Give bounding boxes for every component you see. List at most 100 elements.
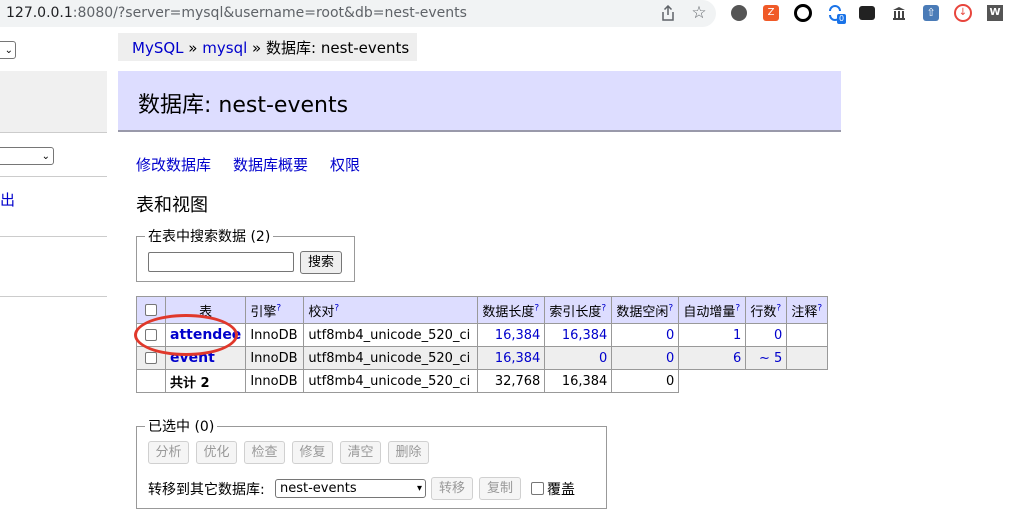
extension-icon[interactable] <box>794 4 812 22</box>
drop-button[interactable]: 删除 <box>388 441 429 464</box>
engine-cell: InnoDB <box>245 346 305 370</box>
engine-cell: InnoDB <box>245 323 305 347</box>
share-icon[interactable] <box>659 4 677 22</box>
extension-badge: 0 <box>837 14 846 24</box>
overwrite-label: 覆盖 <box>547 482 575 498</box>
rows-link[interactable]: ~ 5 <box>745 346 788 370</box>
search-legend: 在表中搜索数据 (2) <box>148 229 271 245</box>
total-index-length: 16,384 <box>544 369 613 393</box>
sidebar-logout-link[interactable]: 出 <box>0 189 15 210</box>
tables-list: 表 引擎? 校对? 数据长度? 索引长度? 数据空闲? 自动增量? 行数? 注释… <box>136 296 829 393</box>
total-engine: InnoDB <box>245 369 305 393</box>
search-button[interactable]: 搜索 <box>300 251 342 274</box>
chevron-down-icon: ▾ <box>416 483 422 494</box>
extension-icon[interactable]: W <box>986 4 1004 22</box>
total-data-free: 0 <box>611 369 680 393</box>
sidebar-divider <box>0 176 107 177</box>
col-header-data-length: 数据长度? <box>477 296 546 324</box>
extension-icon[interactable]: Z <box>762 4 780 22</box>
row-checkbox[interactable] <box>145 352 157 364</box>
breadcrumb-current: 数据库: nest-events <box>266 39 410 57</box>
help-link[interactable]: ? <box>776 303 781 313</box>
select-all-checkbox[interactable] <box>145 304 157 316</box>
sidebar-select[interactable]: ⌄ <box>0 41 16 59</box>
truncate-button[interactable]: 清空 <box>340 441 381 464</box>
sidebar-db-select[interactable]: ⌄ <box>0 147 54 165</box>
rows-link[interactable]: 0 <box>745 323 788 347</box>
data-length-link[interactable]: 16,384 <box>477 346 546 370</box>
comment-cell <box>786 346 829 370</box>
breadcrumb-link-server[interactable]: mysql <box>202 39 247 57</box>
help-link[interactable]: ? <box>534 303 539 313</box>
total-data-length: 32,768 <box>477 369 546 393</box>
sidebar-band <box>0 71 107 133</box>
help-link[interactable]: ? <box>601 303 606 313</box>
move-to-db-label: 转移到其它数据库: <box>148 482 265 498</box>
data-free-link[interactable]: 0 <box>611 346 680 370</box>
data-length-link[interactable]: 16,384 <box>477 323 546 347</box>
copy-button[interactable]: 复制 <box>479 477 521 500</box>
database-schema-link[interactable]: 数据库概要 <box>233 154 308 175</box>
check-button[interactable]: 检查 <box>244 441 285 464</box>
index-length-link[interactable]: 0 <box>544 346 613 370</box>
total-empty-cell <box>786 369 828 393</box>
sidebar-divider <box>0 296 107 297</box>
auto-increment-link[interactable]: 1 <box>678 323 747 347</box>
table-total-row: 共计 2 InnoDB utf8mb4_unicode_520_ci 32,76… <box>136 369 828 393</box>
data-free-link[interactable]: 0 <box>611 323 680 347</box>
col-header-index-length: 索引长度? <box>544 296 613 324</box>
comment-cell <box>786 323 829 347</box>
breadcrumb-separator: » <box>188 39 198 57</box>
analyze-button[interactable]: 分析 <box>148 441 189 464</box>
section-title: 表和视图 <box>136 195 208 216</box>
extension-icon[interactable]: ↓ <box>954 4 972 22</box>
extension-icon[interactable] <box>858 4 876 22</box>
extension-icon[interactable]: ⇧ <box>922 4 940 22</box>
col-header-comment: 注释? <box>786 296 829 324</box>
col-header-collation: 校对? <box>303 296 479 324</box>
extension-icon[interactable] <box>890 4 908 22</box>
help-link[interactable]: ? <box>817 303 822 313</box>
alter-database-link[interactable]: 修改数据库 <box>136 154 211 175</box>
total-label: 共计 2 <box>164 369 247 393</box>
table-header-row: 表 引擎? 校对? 数据长度? 索引长度? 数据空闲? 自动增量? 行数? 注释… <box>136 296 829 324</box>
extension-icon[interactable]: 0 <box>826 4 846 24</box>
move-button[interactable]: 转移 <box>431 477 473 500</box>
target-db-value: nest-events <box>280 481 357 496</box>
browser-toolbar: 127.0.0.1:8080/?server=mysql&username=ro… <box>0 0 1021 27</box>
collation-cell: utf8mb4_unicode_520_ci <box>303 323 479 347</box>
breadcrumb: MySQL » mysql » 数据库: nest-events <box>118 33 417 61</box>
target-db-select[interactable]: nest-events ▾ <box>275 479 426 498</box>
total-empty-cell <box>136 369 166 393</box>
col-header-rows: 行数? <box>745 296 788 324</box>
breadcrumb-link-mysql[interactable]: MySQL <box>132 39 184 57</box>
auto-increment-link[interactable]: 6 <box>678 346 747 370</box>
extension-icon[interactable] <box>730 4 748 22</box>
repair-button[interactable]: 修复 <box>292 441 333 464</box>
help-link[interactable]: ? <box>276 303 281 313</box>
privileges-link[interactable]: 权限 <box>330 154 360 175</box>
page-title: 数据库: nest-events <box>118 71 841 132</box>
table-row: event InnoDB utf8mb4_unicode_520_ci 16,3… <box>136 346 829 370</box>
total-collation: utf8mb4_unicode_520_ci <box>303 369 479 393</box>
total-empty-cell <box>745 369 787 393</box>
overwrite-checkbox[interactable] <box>531 482 544 495</box>
help-link[interactable]: ? <box>735 303 740 313</box>
breadcrumb-separator: » <box>252 39 262 57</box>
help-link[interactable]: ? <box>334 303 339 313</box>
optimize-button[interactable]: 优化 <box>196 441 237 464</box>
table-row: attendee InnoDB utf8mb4_unicode_520_ci 1… <box>136 323 829 347</box>
col-header-auto-increment: 自动增量? <box>678 296 747 324</box>
sidebar-divider <box>0 236 107 237</box>
search-input[interactable] <box>148 252 294 272</box>
bookmark-star-icon[interactable]: ☆ <box>690 3 708 23</box>
selection-legend: 已选中 (0) <box>148 419 215 435</box>
address-bar[interactable]: 127.0.0.1:8080/?server=mysql&username=ro… <box>0 0 716 27</box>
col-header-engine: 引擎? <box>245 296 305 324</box>
col-header-data-free: 数据空闲? <box>611 296 680 324</box>
collation-cell: utf8mb4_unicode_520_ci <box>303 346 479 370</box>
index-length-link[interactable]: 16,384 <box>544 323 613 347</box>
highlight-circle-annotation <box>134 314 238 356</box>
url-text[interactable]: 127.0.0.1:8080/?server=mysql&username=ro… <box>6 5 467 21</box>
help-link[interactable]: ? <box>668 303 673 313</box>
